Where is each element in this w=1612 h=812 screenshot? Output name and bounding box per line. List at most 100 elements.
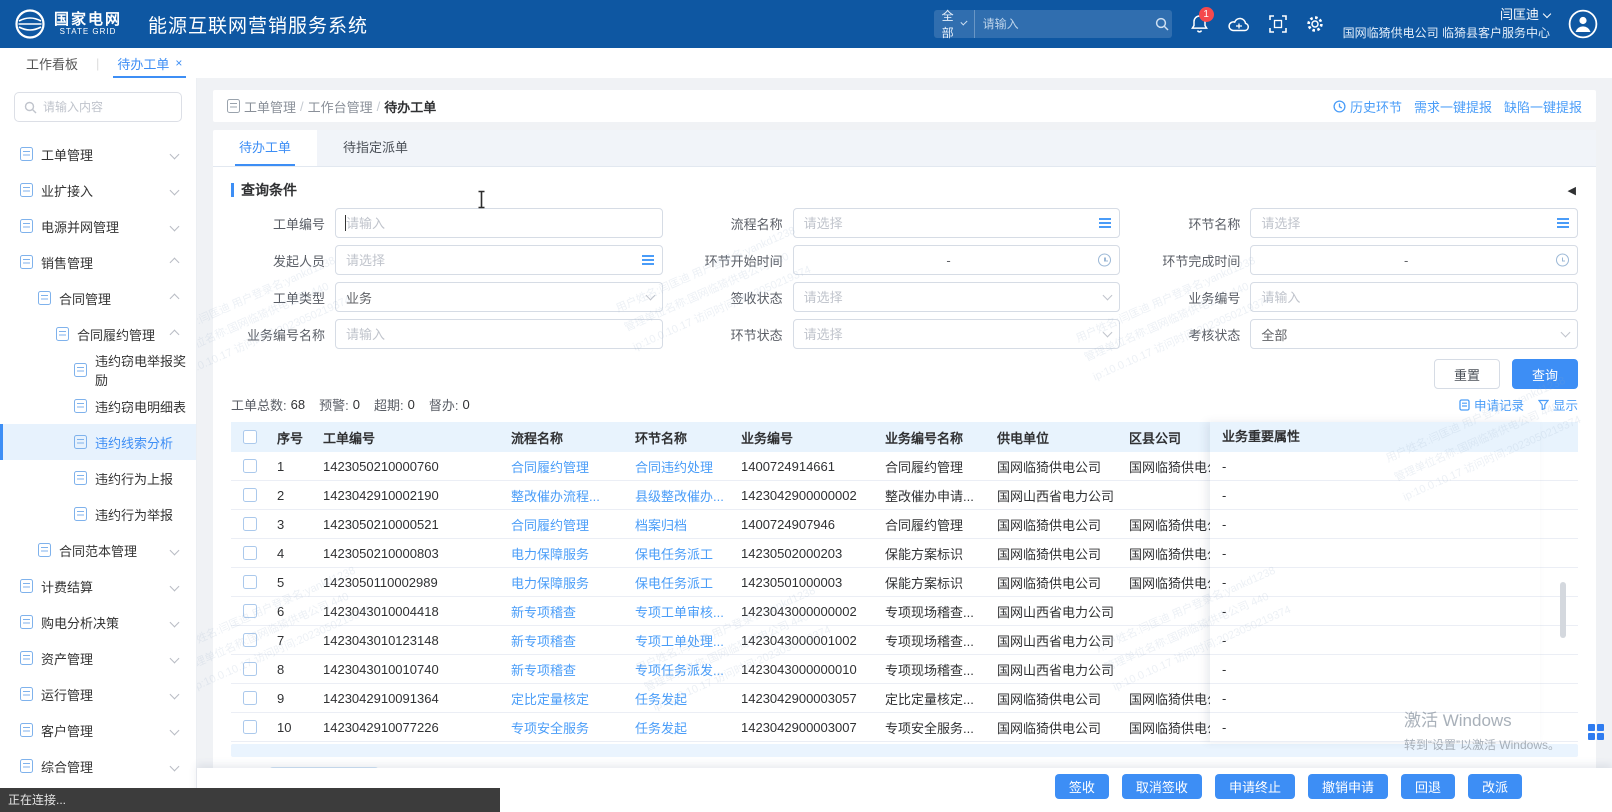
sidebar-item[interactable]: 违约行为举报 (0, 496, 196, 532)
sidebar-item[interactable]: 运行管理 (0, 676, 196, 712)
step-start-range[interactable] (793, 245, 1121, 275)
chevron-icon (170, 689, 180, 699)
row-checkbox[interactable] (243, 546, 257, 560)
sidebar-item[interactable]: 电源并网管理 (0, 208, 196, 244)
cloud-icon[interactable] (1227, 15, 1251, 33)
header-search-input[interactable] (975, 17, 1146, 31)
close-icon[interactable]: × (175, 56, 182, 70)
row-checkbox[interactable] (243, 517, 257, 531)
order-type-select[interactable] (335, 282, 663, 312)
action-button[interactable]: 取消签收 (1122, 774, 1202, 799)
sidebar-item[interactable]: 违约线索分析 (0, 424, 196, 460)
step-name-link[interactable]: 档案归档 (627, 515, 733, 534)
tab-pending-dispatch[interactable]: 待指定派单 (317, 130, 434, 166)
row-checkbox[interactable] (243, 662, 257, 676)
apply-records-link[interactable]: 申请记录 (1459, 395, 1524, 414)
biz-no-name-input[interactable] (335, 319, 663, 349)
reset-button[interactable]: 重置 (1434, 359, 1500, 389)
tab-work-board[interactable]: 工作看板 (22, 48, 82, 78)
breadcrumb-item[interactable]: 工作台管理 (308, 97, 373, 116)
sidebar-item[interactable]: 资产管理 (0, 640, 196, 676)
step-name-link[interactable]: 专项工单审核... (627, 602, 733, 621)
step-name-link[interactable]: 保电任务派工 (627, 573, 733, 592)
step-name-link[interactable]: 县级整改催办... (627, 486, 733, 505)
sidebar-item[interactable]: 销售管理 (0, 244, 196, 280)
vertical-scrollbar[interactable] (1560, 582, 1566, 638)
row-checkbox[interactable] (243, 575, 257, 589)
step-name-link[interactable]: 任务发起 (627, 718, 733, 737)
row-checkbox[interactable] (243, 720, 257, 734)
step-name-link[interactable]: 任务发起 (627, 689, 733, 708)
select-all-checkbox[interactable] (243, 430, 257, 444)
sidebar-item[interactable]: 综合管理 (0, 748, 196, 784)
quick-grid-widget[interactable] (1588, 724, 1604, 740)
action-button[interactable]: 签收 (1055, 774, 1109, 799)
sidebar-item[interactable]: 合同履约管理 (0, 316, 196, 352)
list-picker-icon[interactable] (1099, 218, 1111, 228)
sidebar-item[interactable]: 违约窃电明细表 (0, 388, 196, 424)
sidebar-item[interactable]: 计费结算 (0, 568, 196, 604)
flow-name-link[interactable]: 新专项稽查 (503, 602, 627, 621)
tab-pending-orders[interactable]: 待办工单 (213, 130, 317, 166)
sidebar-item[interactable]: 违约窃电举报奖励 (0, 352, 196, 388)
step-name-link[interactable]: 合同违约处理 (627, 457, 733, 476)
row-checkbox[interactable] (243, 633, 257, 647)
step-name-link[interactable]: 保电任务派工 (627, 544, 733, 563)
initiator-select[interactable] (335, 245, 663, 275)
action-button[interactable]: 撤销申请 (1308, 774, 1388, 799)
flow-name-link[interactable]: 合同履约管理 (503, 457, 627, 476)
avatar[interactable] (1568, 9, 1598, 39)
action-button[interactable]: 改派 (1468, 774, 1522, 799)
flow-name-select[interactable] (793, 208, 1121, 238)
flow-name-link[interactable]: 电力保障服务 (503, 544, 627, 563)
sidebar-item[interactable]: 违约行为上报 (0, 460, 196, 496)
search-button[interactable]: 查询 (1512, 359, 1578, 389)
sidebar-item[interactable]: 工单管理 (0, 136, 196, 172)
breadcrumb-item[interactable]: 工单管理 (244, 97, 296, 116)
fullscreen-icon[interactable] (1269, 15, 1287, 33)
user-menu[interactable]: 闫匡迪 国网临猗供电公司 临猗县客户服务中心 (1343, 6, 1550, 42)
flow-name-link[interactable]: 专项安全服务 (503, 718, 627, 737)
history-steps-link[interactable]: 历史环节 (1333, 97, 1402, 116)
gear-icon[interactable] (1305, 14, 1325, 34)
flow-name-link[interactable]: 合同履约管理 (503, 515, 627, 534)
flow-name-link[interactable]: 定比定量核定 (503, 689, 627, 708)
step-name-select[interactable] (1250, 208, 1578, 238)
sign-status-select[interactable] (793, 282, 1121, 312)
collapse-icon[interactable]: ◀ (1568, 184, 1576, 197)
biz-attr-cell: - (1210, 452, 1540, 481)
step-status-select[interactable] (793, 319, 1121, 349)
list-picker-icon[interactable] (642, 255, 654, 265)
tab-todo-orders[interactable]: 待办工单 × (113, 48, 186, 78)
notification-bell-icon[interactable]: 1 (1190, 14, 1209, 34)
sidebar-search-input[interactable] (43, 100, 172, 114)
sidebar-item[interactable]: 合同范本管理 (0, 532, 196, 568)
step-end-range[interactable] (1250, 245, 1578, 275)
sidebar-item[interactable]: 客户管理 (0, 712, 196, 748)
defect-submit-link[interactable]: 缺陷一键提报 (1504, 97, 1582, 116)
search-icon[interactable] (1146, 17, 1178, 31)
row-checkbox[interactable] (243, 691, 257, 705)
row-checkbox[interactable] (243, 604, 257, 618)
sidebar-item[interactable]: 合同管理 (0, 280, 196, 316)
step-name-link[interactable]: 专项工单处理... (627, 631, 733, 650)
flow-name-link[interactable]: 整改催办流程... (503, 486, 627, 505)
sidebar-item[interactable]: 购电分析决策 (0, 604, 196, 640)
step-name-link[interactable]: 专项任务派发... (627, 660, 733, 679)
horizontal-scrollbar[interactable] (231, 744, 1578, 757)
sidebar-item[interactable]: 业扩接入 (0, 172, 196, 208)
action-button[interactable]: 回退 (1401, 774, 1455, 799)
flow-name-link[interactable]: 新专项稽查 (503, 631, 627, 650)
flow-name-link[interactable]: 新专项稽查 (503, 660, 627, 679)
list-picker-icon[interactable] (1557, 218, 1569, 228)
row-checkbox[interactable] (243, 488, 257, 502)
assess-status-select[interactable] (1250, 319, 1578, 349)
flow-name-link[interactable]: 电力保障服务 (503, 573, 627, 592)
biz-no-input[interactable] (1250, 282, 1578, 312)
demand-submit-link[interactable]: 需求一键提报 (1414, 97, 1492, 116)
row-checkbox[interactable] (243, 459, 257, 473)
action-button[interactable]: 申请终止 (1215, 774, 1295, 799)
search-scope-select[interactable]: 全部 (934, 10, 975, 38)
display-columns-link[interactable]: 显示 (1538, 395, 1578, 414)
order-no-input[interactable] (335, 208, 663, 238)
